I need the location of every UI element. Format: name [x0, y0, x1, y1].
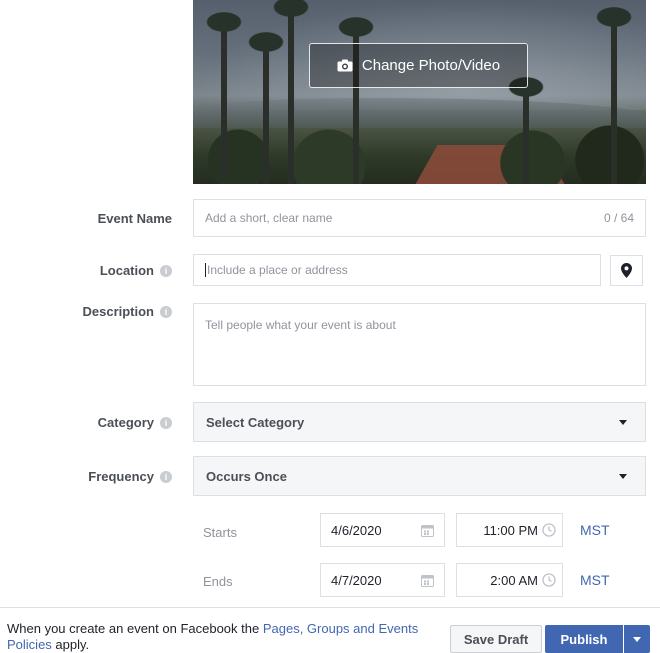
start-date-value: 4/6/2020	[331, 522, 382, 538]
location-label: Location i	[100, 263, 172, 278]
location-placeholder: Include a place or address	[207, 263, 348, 277]
info-icon: i	[160, 264, 172, 277]
change-photo-button[interactable]: Change Photo/Video	[309, 43, 528, 88]
category-label: Category i	[98, 415, 172, 430]
start-date-input[interactable]: 4/6/2020	[320, 513, 445, 547]
category-select[interactable]: Select Category	[193, 402, 646, 442]
end-date-input[interactable]: 4/7/2020	[320, 563, 445, 597]
footer-bar: When you create an event on Facebook the…	[0, 607, 660, 653]
calendar-icon	[421, 524, 434, 537]
event-name-placeholder: Add a short, clear name	[205, 211, 333, 225]
start-timezone[interactable]: MST	[580, 522, 610, 538]
map-pin-icon	[621, 263, 632, 278]
cover-photo	[193, 0, 646, 184]
start-time-value: 11:00 PM	[483, 522, 538, 538]
description-label: Description i	[82, 304, 172, 319]
chevron-down-icon	[619, 419, 627, 425]
policy-notice: When you create an event on Facebook the…	[7, 621, 419, 652]
text-cursor	[205, 263, 206, 277]
chevron-down-icon	[619, 473, 627, 479]
start-time-input[interactable]: 11:00 PM	[456, 513, 563, 547]
end-time-input[interactable]: 2:00 AM	[456, 563, 563, 597]
description-placeholder: Tell people what your event is about	[205, 318, 396, 332]
frequency-value: Occurs Once	[206, 468, 287, 484]
frequency-label: Frequency i	[88, 469, 172, 484]
map-pin-button[interactable]	[610, 255, 643, 286]
clock-icon	[542, 523, 556, 537]
camera-icon	[337, 59, 353, 72]
clock-icon	[542, 573, 556, 587]
info-icon: i	[160, 470, 172, 483]
ends-label: Ends	[203, 574, 233, 589]
info-icon: i	[160, 305, 172, 318]
end-time-value: 2:00 AM	[490, 572, 538, 588]
chevron-down-icon	[633, 636, 641, 642]
category-value: Select Category	[206, 414, 305, 430]
location-input[interactable]: Include a place or address	[193, 254, 601, 286]
publish-options-button[interactable]	[624, 625, 650, 653]
end-date-value: 4/7/2020	[331, 572, 382, 588]
frequency-select[interactable]: Occurs Once	[193, 456, 646, 496]
char-counter: 0 / 64	[603, 211, 634, 225]
starts-label: Starts	[203, 525, 237, 540]
publish-button[interactable]: Publish	[545, 625, 623, 653]
change-photo-label: Change Photo/Video	[361, 57, 501, 74]
save-draft-button[interactable]: Save Draft	[450, 625, 542, 653]
event-name-label: Event Name	[97, 211, 172, 226]
info-icon: i	[160, 416, 172, 429]
calendar-icon	[421, 574, 434, 587]
description-textarea[interactable]: Tell people what your event is about	[193, 303, 646, 386]
event-name-input[interactable]: Add a short, clear name 0 / 64	[193, 199, 646, 237]
end-timezone[interactable]: MST	[580, 572, 610, 588]
